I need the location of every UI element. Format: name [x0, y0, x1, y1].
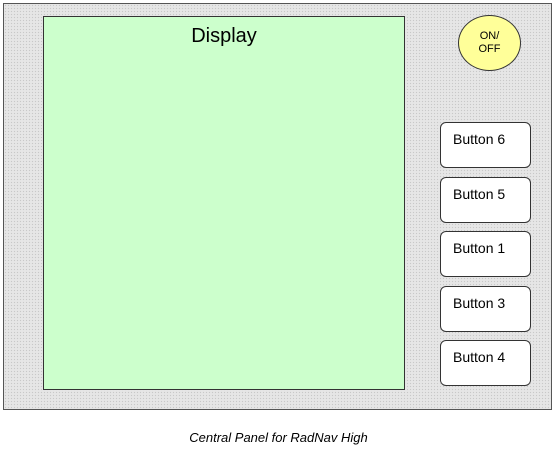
- button-3[interactable]: Button 3: [440, 286, 531, 332]
- display-label: Display: [191, 25, 257, 47]
- button-5[interactable]: Button 5: [440, 177, 531, 223]
- power-label-on: ON/: [479, 30, 500, 42]
- button-1[interactable]: Button 1: [440, 231, 531, 277]
- button-4[interactable]: Button 4: [440, 340, 531, 386]
- power-label-off: OFF: [478, 43, 501, 55]
- figure-caption: Central Panel for RadNav High: [189, 430, 368, 445]
- power-button-label: ON/ OFF: [479, 30, 501, 56]
- button-6[interactable]: Button 6: [440, 122, 531, 168]
- power-button[interactable]: ON/ OFF: [458, 15, 521, 71]
- central-panel: Display ON/ OFF Button 6 Button 5 Button…: [3, 3, 552, 410]
- display-screen: Display: [43, 16, 405, 390]
